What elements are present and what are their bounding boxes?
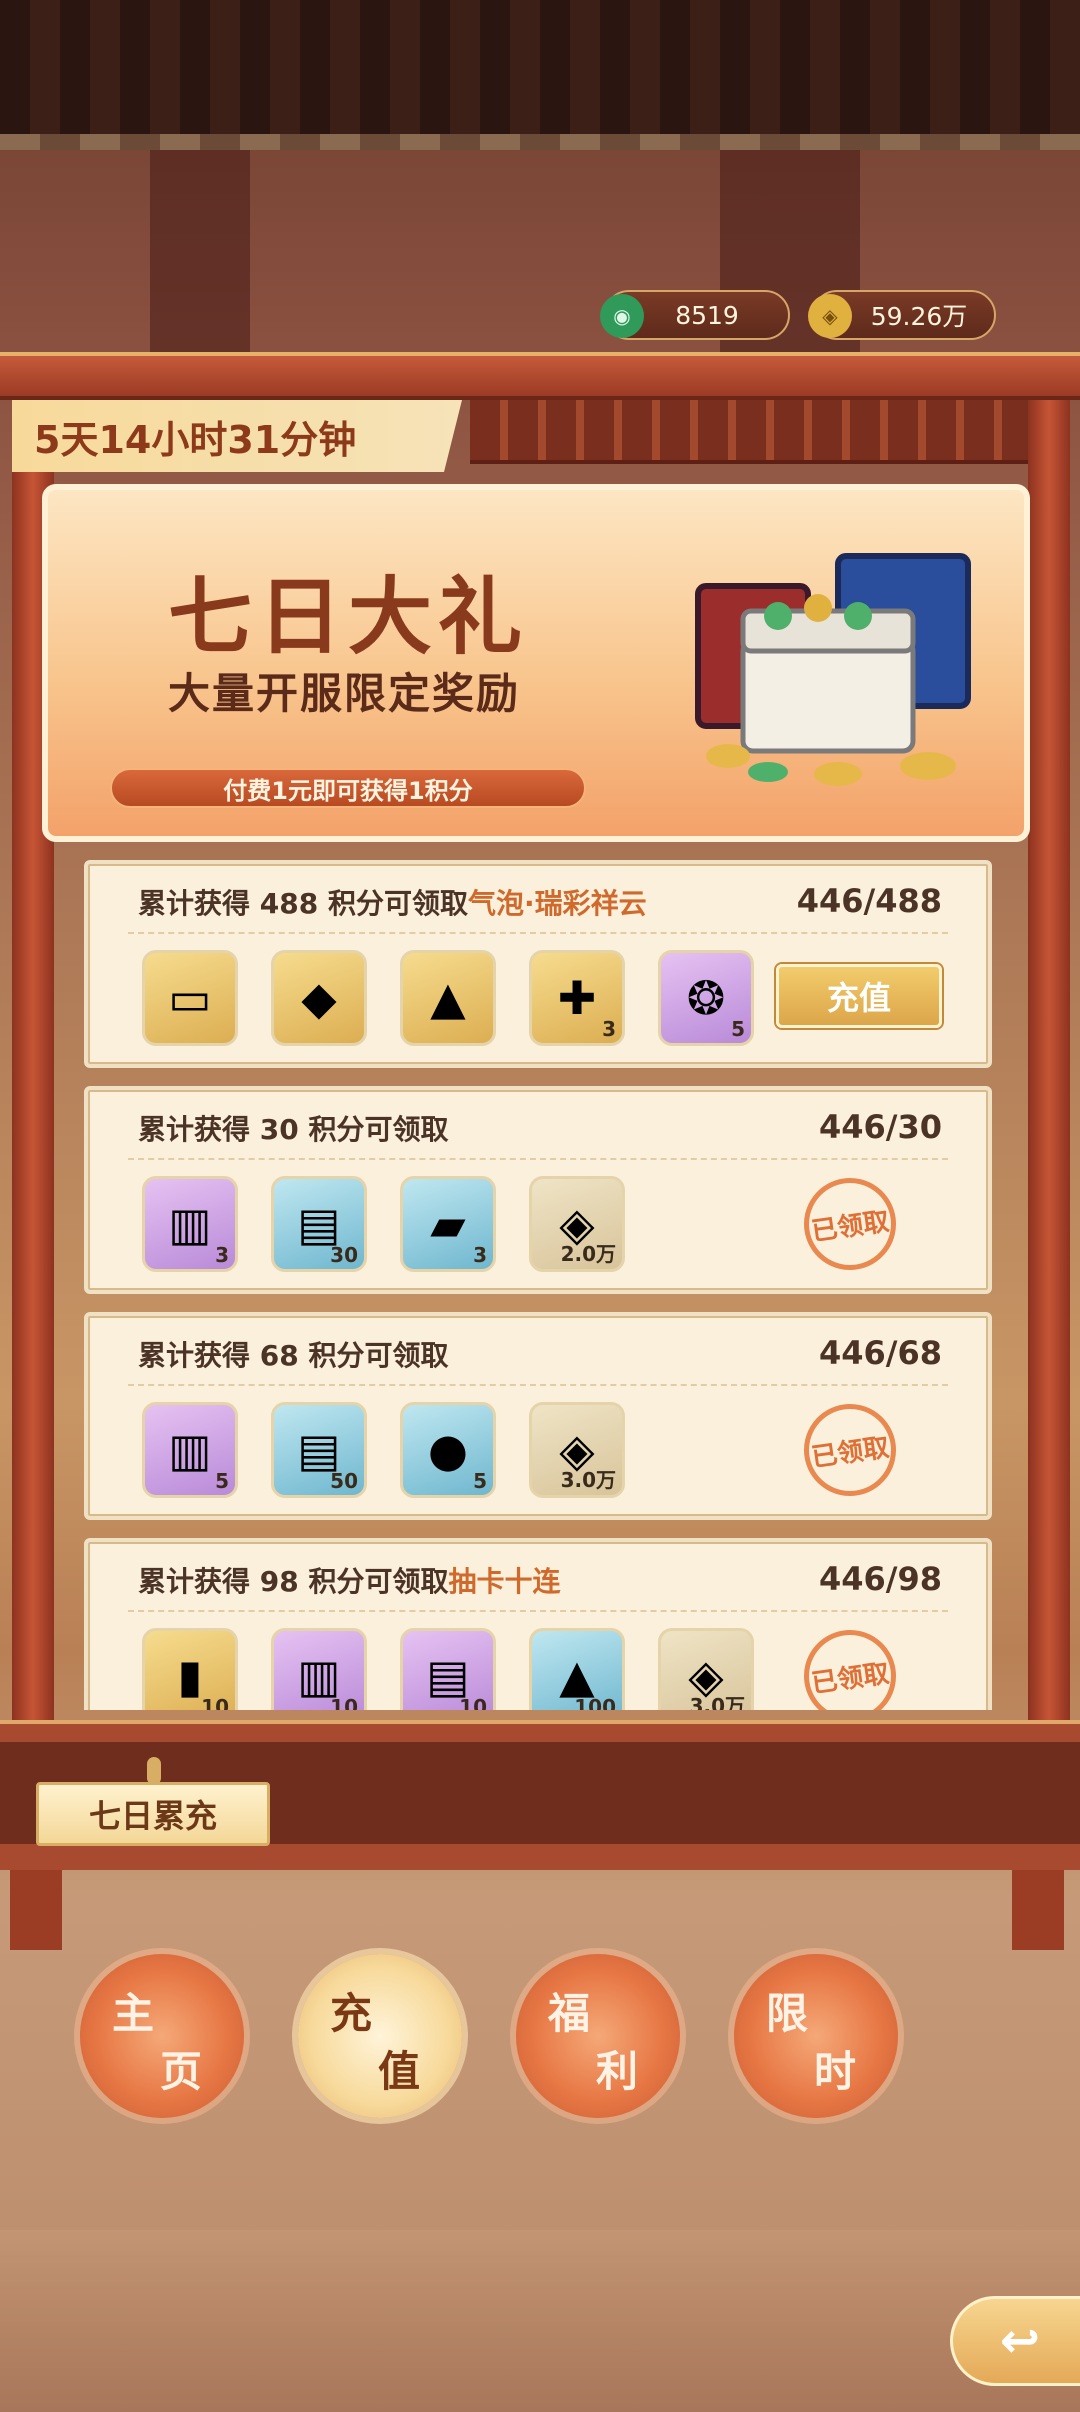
frame-top-beam (0, 352, 1080, 400)
item-count: 3 (215, 1243, 229, 1267)
frame-leg-right (1012, 1870, 1064, 1950)
countdown-timer: 5天14小时31分钟 (12, 400, 462, 472)
floor (0, 2230, 1080, 2412)
scroll-frame-icon[interactable]: ▭ (142, 950, 238, 1046)
item-count: 50 (330, 1469, 358, 1493)
task-requirement: 累计获得 98 积分可领取抽卡十连 (138, 1560, 560, 1600)
item-count: 10 (459, 1695, 487, 1710)
divider (128, 932, 948, 934)
task-reward-highlight: 气泡·瑞彩祥云 (467, 887, 647, 920)
item-count: 100 (574, 1695, 616, 1710)
red-card-icon[interactable]: ▮ 10 (142, 1628, 238, 1710)
cat-coin-icon[interactable]: ● 5 (400, 1402, 496, 1498)
task-label: 累计获得 488 积分可领取 (138, 887, 468, 920)
sand-pile-icon[interactable]: ▲ 100 (529, 1628, 625, 1710)
back-arrow-icon: ↩ (999, 2313, 1041, 2369)
back-button[interactable]: ↩ (950, 2296, 1080, 2386)
task-label: 累计获得 30 积分可领取 (138, 1113, 449, 1146)
nav-char: 福 (548, 1989, 591, 2038)
nav-limited-button[interactable]: 限 时 (734, 1954, 898, 2118)
recharge-button[interactable]: 充值 (776, 964, 942, 1028)
task-progress: 446/488 (796, 882, 942, 920)
paper-stack-icon[interactable]: ▤ 50 (271, 1402, 367, 1498)
claimed-stamp: 已领取 (798, 1624, 902, 1710)
crystal-icon[interactable]: ◆ (271, 950, 367, 1046)
tent-icon[interactable]: ▲ (400, 950, 496, 1046)
frame-right-post (1028, 400, 1070, 1740)
divider (128, 1610, 948, 1612)
banner-title: 七日大礼 (168, 567, 529, 666)
claimed-stamp: 已领取 (798, 1172, 902, 1276)
task-progress: 446/68 (818, 1334, 942, 1372)
task-requirement: 累计获得 30 积分可领取 (138, 1108, 448, 1148)
nav-char: 页 (160, 2047, 203, 2096)
claimed-stamp: 已领取 (798, 1398, 902, 1502)
nav-char: 充 (330, 1989, 373, 2038)
copper-coin-icon: ◈ (808, 294, 852, 338)
ticket-icon[interactable]: ▰ 3 (400, 1176, 496, 1272)
coin-currency-value: 59.26万 (870, 302, 968, 331)
nav-char: 时 (814, 2047, 857, 2096)
puzzle-block-icon[interactable]: ✚ 3 (529, 950, 625, 1046)
reward-task-list[interactable]: 累计获得 488 积分可领取气泡·瑞彩祥云 446/488 ▭ ◆ ▲ ✚ 3 ❂… (84, 860, 992, 1710)
jade-currency-display: ◉ 8519 (600, 290, 790, 340)
roof-eave (0, 0, 1080, 150)
task-progress: 446/98 (818, 1560, 942, 1598)
nav-welfare-button[interactable]: 福 利 (516, 1954, 680, 2118)
treasure-chest-icon (695, 553, 971, 786)
item-count: 3.0万 (689, 1694, 745, 1710)
task-row: 累计获得 68 积分可领取 446/68 ▥ 5 ▤ 50 ● 5 ◈ 3.0万 已领取 (84, 1312, 992, 1520)
nav-char: 利 (596, 2047, 639, 2096)
copper-coin-icon[interactable]: ◈ 3.0万 (658, 1628, 754, 1710)
item-count: 5 (731, 1017, 745, 1041)
coin-currency-display: ◈ 59.26万 (808, 290, 996, 340)
task-row: 累计获得 488 积分可领取气泡·瑞彩祥云 446/488 ▭ ◆ ▲ ✚ 3 ❂… (84, 860, 992, 1068)
item-count: 2.0万 (560, 1242, 616, 1266)
item-count: 30 (330, 1243, 358, 1267)
item-count: 3.0万 (560, 1468, 616, 1492)
copper-coin-icon[interactable]: ◈ 2.0万 (529, 1176, 625, 1272)
paper-stack-icon[interactable]: ▤ 30 (271, 1176, 367, 1272)
task-label: 累计获得 98 积分可领取 (138, 1565, 449, 1598)
book-icon[interactable]: ▤ 10 (400, 1628, 496, 1710)
copper-coin-icon[interactable]: ◈ 3.0万 (529, 1402, 625, 1498)
task-row: 累计获得 98 积分可领取抽卡十连 446/98 ▮ 10 ▥ 10 ▤ 10 ▲ 10… (84, 1538, 992, 1710)
juice-jar-icon[interactable]: ▥ 3 (142, 1176, 238, 1272)
item-count: 5 (215, 1469, 229, 1493)
task-requirement: 累计获得 68 积分可领取 (138, 1334, 448, 1374)
juice-jar-icon[interactable]: ▥ 5 (142, 1402, 238, 1498)
task-progress: 446/30 (818, 1108, 942, 1146)
divider (128, 1384, 948, 1386)
banner-subtitle: 大量开服限定奖励 (168, 669, 521, 718)
juice-jar-icon[interactable]: ▥ 10 (271, 1628, 367, 1710)
task-reward-highlight: 抽卡十连 (448, 1565, 561, 1598)
item-count: 3 (602, 1017, 616, 1041)
item-count: 5 (473, 1469, 487, 1493)
nav-recharge-button[interactable]: 充 值 (298, 1954, 462, 2118)
item-count: 10 (201, 1695, 229, 1710)
item-count: 10 (330, 1695, 358, 1710)
task-row: 累计获得 30 积分可领取 446/30 ▥ 3 ▤ 30 ▰ 3 ◈ 2.0万 已领取 (84, 1086, 992, 1294)
nav-home-button[interactable]: 主 页 (80, 1954, 244, 2118)
jade-currency-value: 8519 (675, 300, 739, 330)
frame-leg-left (10, 1870, 62, 1950)
frame-lattice-band (470, 400, 1030, 464)
item-count: 3 (473, 1243, 487, 1267)
divider (128, 1158, 948, 1160)
task-label: 累计获得 68 积分可领取 (138, 1339, 449, 1372)
banner-note: 付费1元即可获得1积分 (110, 768, 586, 808)
nav-char: 主 (112, 1989, 155, 2038)
nav-char: 值 (378, 2047, 421, 2096)
treasure-pot-icon[interactable]: ❂ 5 (658, 950, 754, 1046)
nav-char: 限 (766, 1989, 809, 2038)
section-tab-label: 七日累充 (36, 1757, 270, 1846)
event-banner: 七日大礼 大量开服限定奖励 付费1元即可获得1积分 (42, 484, 1030, 842)
jade-coin-icon: ◉ (600, 294, 644, 338)
task-requirement: 累计获得 488 积分可领取气泡·瑞彩祥云 (138, 882, 647, 922)
